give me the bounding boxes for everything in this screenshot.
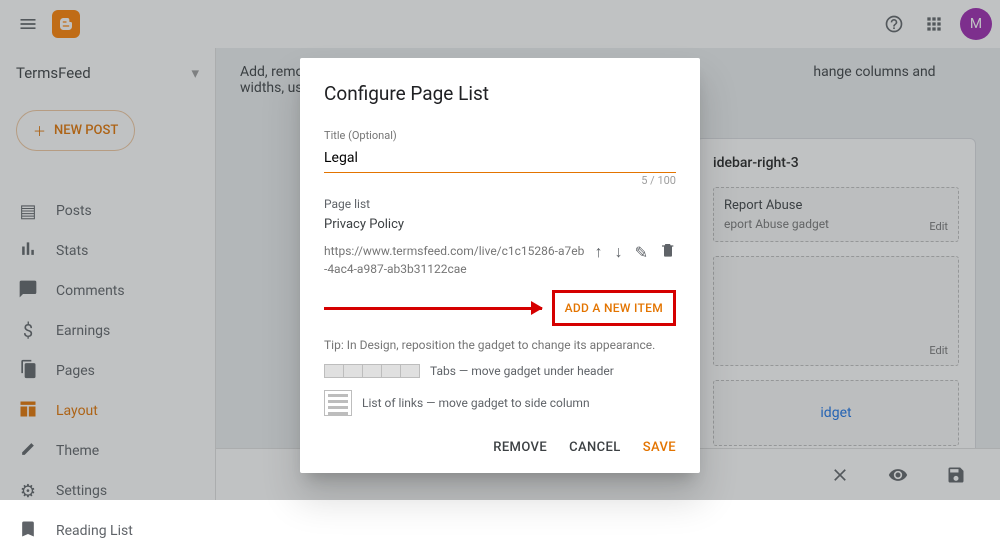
page-list-label: Page list <box>324 197 676 211</box>
list-hint: List of links — move gadget to side colu… <box>324 390 676 416</box>
cancel-button[interactable]: CANCEL <box>569 440 621 455</box>
reading-list-icon <box>18 519 38 544</box>
configure-page-list-dialog: Configure Page List Title (Optional) 5 /… <box>300 58 700 473</box>
page-item-url: https://www.termsfeed.com/live/c1c15286-… <box>324 242 587 278</box>
title-field-label: Title (Optional) <box>324 129 676 142</box>
char-counter: 5 / 100 <box>641 174 676 187</box>
sidebar-item-label: Reading List <box>56 523 133 539</box>
add-new-item-button[interactable]: ADD A NEW ITEM <box>552 290 676 326</box>
dialog-title: Configure Page List <box>324 82 676 105</box>
annotation-arrow <box>324 295 542 321</box>
move-down-icon[interactable]: ↓ <box>615 242 623 262</box>
save-button[interactable]: SAVE <box>643 440 676 455</box>
sidebar-item-reading-list[interactable]: Reading List <box>0 511 215 551</box>
remove-button[interactable]: REMOVE <box>493 440 547 455</box>
title-input[interactable] <box>324 146 676 173</box>
move-up-icon[interactable]: ↑ <box>595 242 603 262</box>
tabs-glyph-icon <box>324 364 420 378</box>
delete-icon[interactable] <box>660 242 676 262</box>
edit-icon[interactable]: ✎ <box>635 243 648 262</box>
list-glyph-icon <box>324 390 352 416</box>
tip-text: Tip: In Design, reposition the gadget to… <box>324 338 676 352</box>
tabs-hint: Tabs — move gadget under header <box>324 364 676 378</box>
page-item-name: Privacy Policy <box>324 217 676 232</box>
